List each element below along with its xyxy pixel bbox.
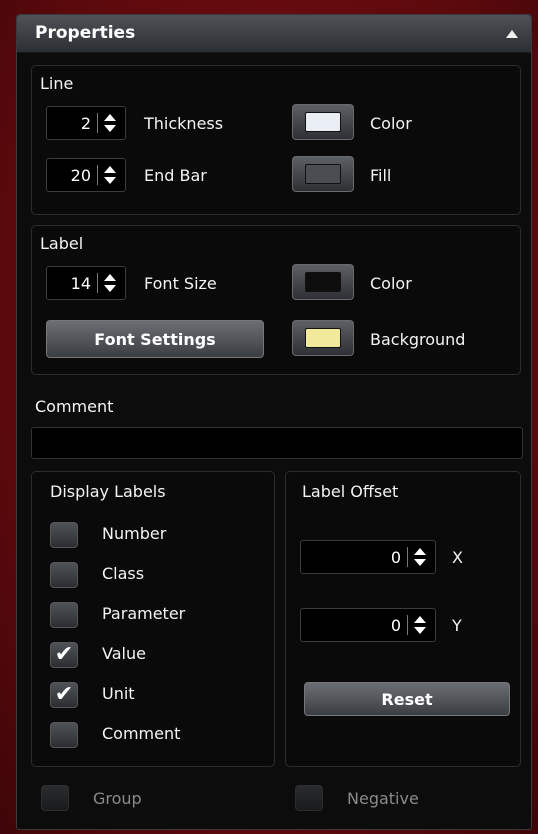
panel-header[interactable]: Properties (17, 15, 531, 53)
spinner-separator (407, 547, 408, 567)
spinner-arrows-icon[interactable] (413, 616, 427, 634)
offset-x-value: 0 (390, 547, 401, 567)
parameter-label: Parameter (102, 604, 186, 623)
spinner-separator (97, 113, 98, 133)
font-size-value: 14 (70, 273, 91, 293)
display-labels-heading: Display Labels (50, 482, 166, 501)
display-labels-group: Display Labels Number Class Parameter ✔ … (31, 471, 275, 767)
label-offset-group: Label Offset 0 X 0 Y Reset (285, 471, 521, 767)
end-bar-value: 20 (70, 165, 91, 185)
end-bar-spinner[interactable]: 20 (46, 158, 126, 192)
class-label: Class (102, 564, 145, 583)
unit-label: Unit (102, 684, 135, 703)
line-heading: Line (40, 74, 74, 93)
label-color-label: Color (370, 274, 412, 293)
label-color-button[interactable] (292, 264, 354, 300)
parameter-checkbox[interactable] (50, 602, 78, 628)
negative-checkbox[interactable] (295, 785, 323, 811)
line-fill-button[interactable] (292, 156, 354, 192)
group-checkbox[interactable] (41, 785, 69, 811)
thickness-spinner[interactable]: 2 (46, 106, 126, 140)
spinner-arrows-icon[interactable] (103, 166, 117, 184)
negative-label: Negative (347, 789, 419, 808)
line-color-button[interactable] (292, 104, 354, 140)
check-icon: ✔ (54, 682, 74, 707)
thickness-label: Thickness (144, 114, 224, 133)
label-background-button[interactable] (292, 320, 354, 356)
line-fill-swatch (305, 164, 341, 184)
label-group: Label 14 Font Size Color Font Settings B… (31, 225, 521, 375)
spinner-separator (97, 165, 98, 185)
spinner-arrows-icon[interactable] (413, 548, 427, 566)
label-offset-heading: Label Offset (302, 482, 399, 501)
comment-heading: Comment (35, 397, 114, 416)
reset-button[interactable]: Reset (304, 682, 510, 716)
class-checkbox[interactable] (50, 562, 78, 588)
line-color-label: Color (370, 114, 412, 133)
spinner-separator (407, 615, 408, 635)
thickness-value: 2 (80, 113, 91, 133)
line-color-swatch (305, 112, 341, 132)
group-label: Group (93, 789, 142, 808)
end-bar-label: End Bar (144, 166, 207, 185)
value-label: Value (102, 644, 146, 663)
comment-field[interactable] (31, 427, 523, 459)
font-settings-button[interactable]: Font Settings (46, 320, 264, 358)
number-label: Number (102, 524, 167, 543)
number-checkbox[interactable] (50, 522, 78, 548)
spinner-arrows-icon[interactable] (103, 274, 117, 292)
unit-checkbox[interactable]: ✔ (50, 682, 78, 708)
properties-panel: Properties Line 2 Thickness Color 20 End… (16, 14, 532, 830)
line-fill-label: Fill (370, 166, 392, 185)
panel-title: Properties (35, 23, 136, 43)
check-icon: ✔ (54, 642, 74, 667)
spinner-separator (97, 273, 98, 293)
line-group: Line 2 Thickness Color 20 End Bar Fill (31, 65, 521, 215)
value-checkbox[interactable]: ✔ (50, 642, 78, 668)
window-background: Properties Line 2 Thickness Color 20 End… (0, 0, 538, 834)
font-size-spinner[interactable]: 14 (46, 266, 126, 300)
label-color-swatch (305, 272, 341, 292)
chevron-up-icon[interactable] (501, 23, 523, 45)
label-background-swatch (305, 328, 341, 348)
label-heading: Label (40, 234, 84, 253)
spinner-arrows-icon[interactable] (103, 114, 117, 132)
font-size-label: Font Size (144, 274, 217, 293)
offset-x-spinner[interactable]: 0 (300, 540, 436, 574)
comment-checkbox[interactable] (50, 722, 78, 748)
comment-display-label: Comment (102, 724, 181, 743)
label-background-label: Background (370, 330, 466, 349)
offset-y-spinner[interactable]: 0 (300, 608, 436, 642)
offset-y-axis-label: Y (452, 616, 462, 635)
offset-x-axis-label: X (452, 548, 463, 567)
offset-y-value: 0 (390, 615, 401, 635)
